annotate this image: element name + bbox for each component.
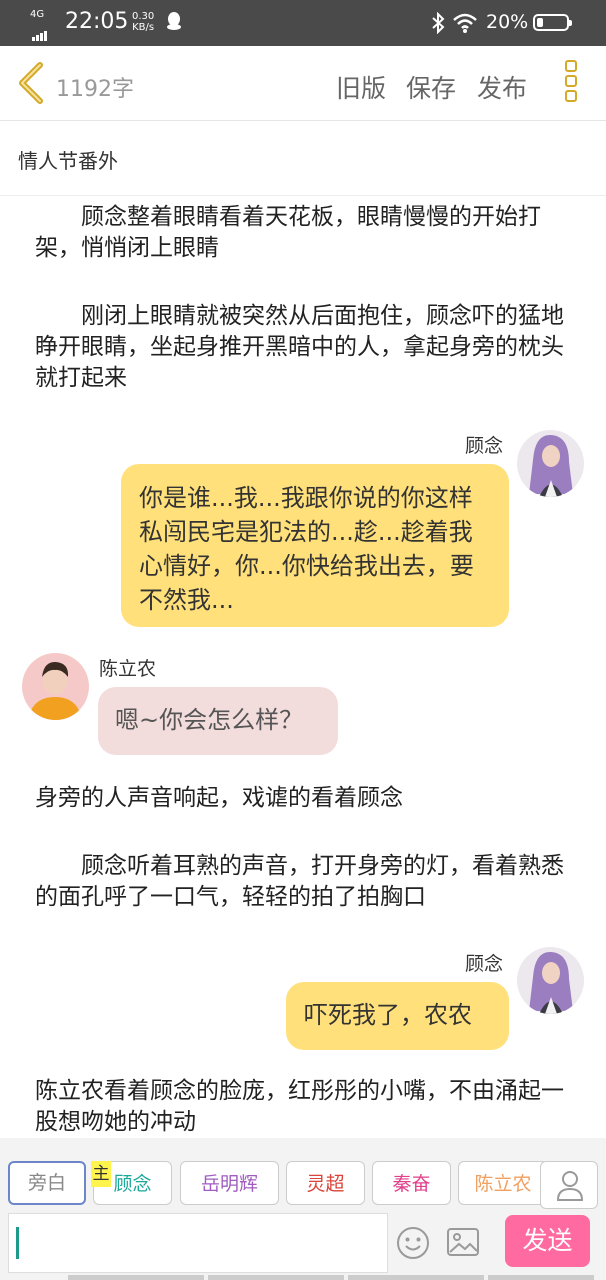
- avatar-gu-nian[interactable]: [517, 430, 584, 497]
- emoji-icon[interactable]: [396, 1226, 430, 1260]
- editor-toolbar: 1192字 旧版 保存 发布: [0, 46, 606, 121]
- avatar-chen-linong[interactable]: [22, 653, 89, 720]
- battery-icon: [533, 14, 572, 31]
- network-speed: 0.30 KB/s: [132, 11, 154, 33]
- speed-unit: KB/s: [132, 22, 155, 33]
- character-chip-yue-minghui[interactable]: 岳明辉: [180, 1161, 279, 1205]
- qq-icon: [167, 12, 181, 30]
- story-content[interactable]: 顾念整着眼睛看着天花板，眼睛慢慢的开始打架，悄悄闭上眼睛 刚闭上眼睛就被突然从后…: [0, 196, 606, 1138]
- chat-bubble-gu-nian[interactable]: 吓死我了，农农: [286, 982, 509, 1050]
- bottom-bars: [0, 1275, 606, 1280]
- more-menu-icon[interactable]: [562, 60, 584, 108]
- character-chip-chen-linong[interactable]: 陈立农: [458, 1161, 548, 1205]
- old-version-button[interactable]: 旧版: [336, 69, 386, 105]
- chapter-title[interactable]: 情人节番外: [18, 145, 118, 174]
- chat-bubble-chen-linong[interactable]: 嗯~你会怎么样？: [98, 687, 338, 755]
- user-icon: [556, 1171, 584, 1201]
- speaker-name: 顾念: [465, 953, 504, 975]
- wifi-icon: [453, 13, 477, 33]
- clock: 22:05: [65, 9, 129, 34]
- message-input[interactable]: [8, 1213, 388, 1273]
- narration-paragraph[interactable]: 身旁的人声音响起，戏谑的看着顾念: [35, 783, 575, 814]
- character-chip-qin-fen[interactable]: 秦奋: [372, 1161, 451, 1205]
- character-chip-narrator[interactable]: 旁白: [8, 1161, 86, 1205]
- input-bar: 发送: [0, 1210, 606, 1280]
- word-count: 1192字: [56, 77, 134, 102]
- main-character-badge: 主: [91, 1161, 111, 1187]
- speaker-name: 陈立农: [99, 658, 157, 680]
- status-bar: 4G 22:05 0.30 KB/s 20%: [0, 0, 606, 46]
- narration-paragraph[interactable]: 刚闭上眼睛就被突然从后面抱住，顾念吓的猛地睁开眼睛，坐起身推开黑暗中的人，拿起身…: [35, 301, 575, 394]
- bluetooth-icon: [432, 12, 445, 34]
- speed-value: 0.30: [132, 11, 155, 22]
- character-chip-ling-chao[interactable]: 灵超: [286, 1161, 365, 1205]
- narration-paragraph[interactable]: 顾念整着眼睛看着天花板，眼睛慢慢的开始打架，悄悄闭上眼睛: [35, 202, 575, 264]
- save-button[interactable]: 保存: [406, 69, 456, 105]
- avatar-gu-nian[interactable]: [517, 947, 584, 1014]
- speaker-name: 顾念: [465, 435, 504, 457]
- character-manage-button[interactable]: [540, 1161, 598, 1209]
- signal-icon: [32, 22, 48, 41]
- battery-percent: 20%: [486, 11, 529, 33]
- avatar-girl-icon: [517, 947, 584, 1014]
- publish-button[interactable]: 发布: [477, 69, 527, 105]
- narration-paragraph[interactable]: 陈立农看着顾念的脸庞，红彤彤的小嘴，不由涌起一股想吻她的冲动: [35, 1076, 575, 1138]
- narration-paragraph[interactable]: 顾念听着耳熟的声音，打开身旁的灯，看着熟悉的面孔呼了一口气，轻轻的拍了拍胸口: [35, 851, 575, 913]
- send-button[interactable]: 发送: [505, 1215, 590, 1267]
- battery-tip: [569, 20, 572, 26]
- image-icon[interactable]: [446, 1227, 480, 1257]
- chat-bubble-gu-nian[interactable]: 你是谁...我...我跟你说的你这样私闯民宅是犯法的...趁...趁着我心情好，…: [121, 464, 509, 627]
- chapter-title-bar[interactable]: 情人节番外: [0, 121, 606, 196]
- text-caret: [16, 1227, 19, 1259]
- avatar-girl-icon: [517, 430, 584, 497]
- battery-level: [537, 18, 543, 27]
- network-type: 4G: [30, 9, 45, 20]
- avatar-boy-icon: [22, 653, 89, 720]
- back-chevron-icon[interactable]: [14, 62, 50, 104]
